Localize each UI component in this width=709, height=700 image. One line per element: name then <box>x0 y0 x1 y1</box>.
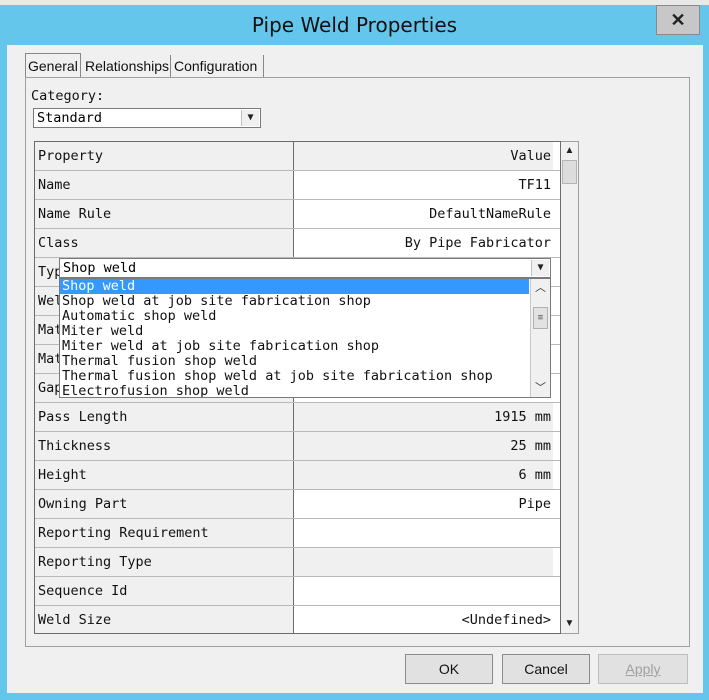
dropdown-option[interactable]: Shop weld at job site fabrication shop <box>60 294 529 309</box>
close-button[interactable]: ✕ <box>656 5 700 35</box>
dropdown-option[interactable]: Electrofusion shop weld <box>60 384 529 398</box>
table-row[interactable]: Weld Size <Undefined> <box>35 606 560 633</box>
category-value: Standard <box>37 110 103 126</box>
table-row[interactable]: Class By Pipe Fabricator <box>35 229 560 258</box>
category-select[interactable]: Standard ▼ <box>33 108 261 128</box>
table-row[interactable]: Height 6 mm <box>35 461 560 490</box>
header-value: Value <box>294 142 553 170</box>
grid-header-row: Property Value <box>35 142 560 171</box>
pipe-weld-properties-dialog: Pipe Weld Properties ✕ General Relations… <box>0 5 709 700</box>
dropdown-option[interactable]: Thermal fusion shop weld <box>60 354 529 369</box>
close-icon: ✕ <box>670 10 686 30</box>
property-value[interactable] <box>294 519 553 547</box>
dropdown-scrollbar[interactable]: ︿ ≡ ﹀ <box>530 279 550 397</box>
property-value: 1915 mm <box>294 403 553 431</box>
scroll-thumb[interactable]: ≡ <box>533 307 548 329</box>
apply-button-label: Apply <box>625 661 661 677</box>
property-value[interactable] <box>294 577 553 605</box>
dialog-client-area: General Relationships Configuration Cate… <box>7 45 703 693</box>
ok-button[interactable]: OK <box>405 654 493 684</box>
property-name: Owning Part <box>35 490 294 518</box>
property-name: Weld Size <box>35 606 294 633</box>
dropdown-option[interactable]: Shop weld <box>60 279 529 294</box>
cancel-button[interactable]: Cancel <box>502 654 590 684</box>
chevron-down-icon[interactable]: ▼ <box>531 260 549 276</box>
table-row[interactable]: Owning Part Pipe <box>35 490 560 519</box>
type-combobox[interactable]: Shop weld ▼ <box>59 258 551 278</box>
chevron-down-icon[interactable]: ▼ <box>241 110 259 126</box>
table-row[interactable]: Sequence Id <box>35 577 560 606</box>
table-row[interactable]: Name Rule DefaultNameRule <box>35 200 560 229</box>
property-name: Name Rule <box>35 200 294 228</box>
dropdown-option[interactable]: Automatic shop weld <box>60 309 529 324</box>
tab-general[interactable]: General <box>25 53 81 78</box>
property-value[interactable]: Pipe <box>294 490 553 518</box>
table-row[interactable]: Reporting Type <box>35 548 560 577</box>
category-label: Category: <box>31 88 105 104</box>
dropdown-option[interactable]: Thermal fusion shop weld at job site fab… <box>60 369 529 384</box>
dropdown-option[interactable]: Miter weld at job site fabrication shop <box>60 339 529 354</box>
table-row[interactable]: Pass Length 1915 mm <box>35 403 560 432</box>
dropdown-option[interactable]: Miter weld <box>60 324 529 339</box>
property-name: Reporting Type <box>35 548 294 576</box>
grid-scrollbar[interactable]: ▲ ▼ <box>561 141 579 634</box>
table-row[interactable]: Reporting Requirement <box>35 519 560 548</box>
property-value <box>294 548 553 576</box>
chevron-up-icon[interactable]: ︿ <box>531 279 550 297</box>
tab-configuration[interactable]: Configuration <box>172 55 264 77</box>
table-row[interactable]: Thickness 25 mm <box>35 432 560 461</box>
property-value: 25 mm <box>294 432 553 460</box>
table-row[interactable]: Name TF11 <box>35 171 560 200</box>
property-name: Thickness <box>35 432 294 460</box>
header-property: Property <box>35 142 294 170</box>
chevron-down-icon[interactable]: ﹀ <box>531 379 550 397</box>
property-value: 6 mm <box>294 461 553 489</box>
property-value[interactable]: DefaultNameRule <box>294 200 553 228</box>
tab-relationships[interactable]: Relationships <box>83 55 171 77</box>
property-name: Pass Length <box>35 403 294 431</box>
scroll-thumb[interactable] <box>562 160 577 184</box>
property-name: Height <box>35 461 294 489</box>
dialog-title: Pipe Weld Properties <box>251 13 458 37</box>
scroll-up-icon[interactable]: ▲ <box>561 142 578 160</box>
property-name: Name <box>35 171 294 199</box>
property-value[interactable]: <Undefined> <box>294 606 553 633</box>
scroll-down-icon[interactable]: ▼ <box>561 615 578 633</box>
property-name: Class <box>35 229 294 257</box>
property-name: Reporting Requirement <box>35 519 294 547</box>
type-dropdown-list[interactable]: Shop weld Shop weld at job site fabricat… <box>59 278 551 398</box>
property-value[interactable]: By Pipe Fabricator <box>294 229 553 257</box>
property-value[interactable]: TF11 <box>294 171 553 199</box>
type-combobox-value: Shop weld <box>63 260 137 276</box>
apply-button[interactable]: Apply <box>598 654 688 684</box>
property-name: Sequence Id <box>35 577 294 605</box>
